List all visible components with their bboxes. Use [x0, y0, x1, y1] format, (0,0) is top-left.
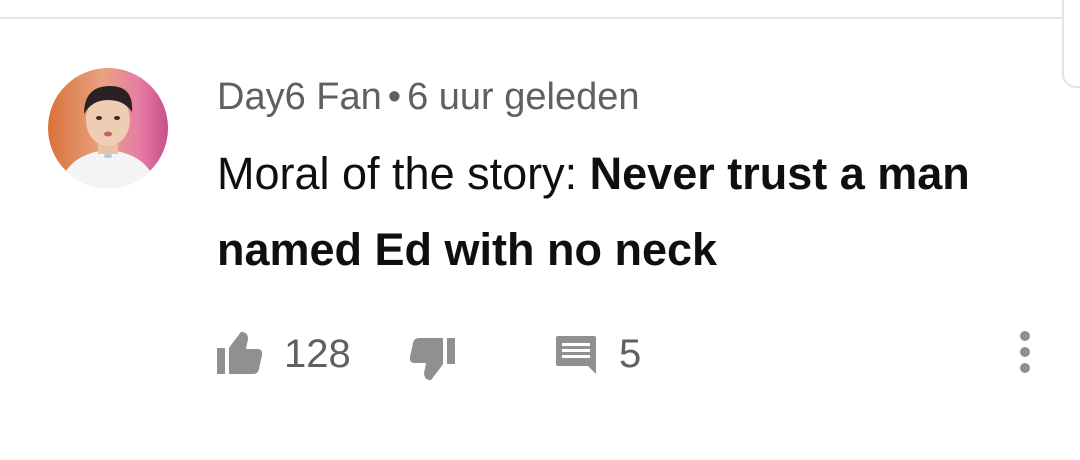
comment-timestamp[interactable]: 6 uur geleden — [407, 76, 639, 118]
comment-actions: 128 5 — [0, 320, 1080, 390]
comment-meta: Day6 Fan • 6 uur geleden — [217, 74, 639, 120]
comment-text: Moral of the story: Never trust a man na… — [217, 136, 1037, 288]
comment-text-plain: Moral of the story: — [217, 148, 590, 199]
comment-icon[interactable] — [556, 336, 596, 376]
author-name[interactable]: Day6 Fan — [217, 76, 382, 118]
scrollbar[interactable] — [1062, 0, 1080, 88]
avatar[interactable] — [48, 68, 168, 188]
top-divider — [0, 17, 1062, 19]
thumbs-down-icon[interactable] — [409, 338, 455, 380]
thumbs-up-icon[interactable] — [217, 332, 263, 374]
meta-separator: • — [387, 76, 402, 118]
reply-count: 5 — [619, 332, 642, 376]
like-count: 128 — [284, 332, 351, 376]
avatar-image — [48, 68, 168, 188]
more-vert-icon[interactable] — [1018, 330, 1032, 374]
